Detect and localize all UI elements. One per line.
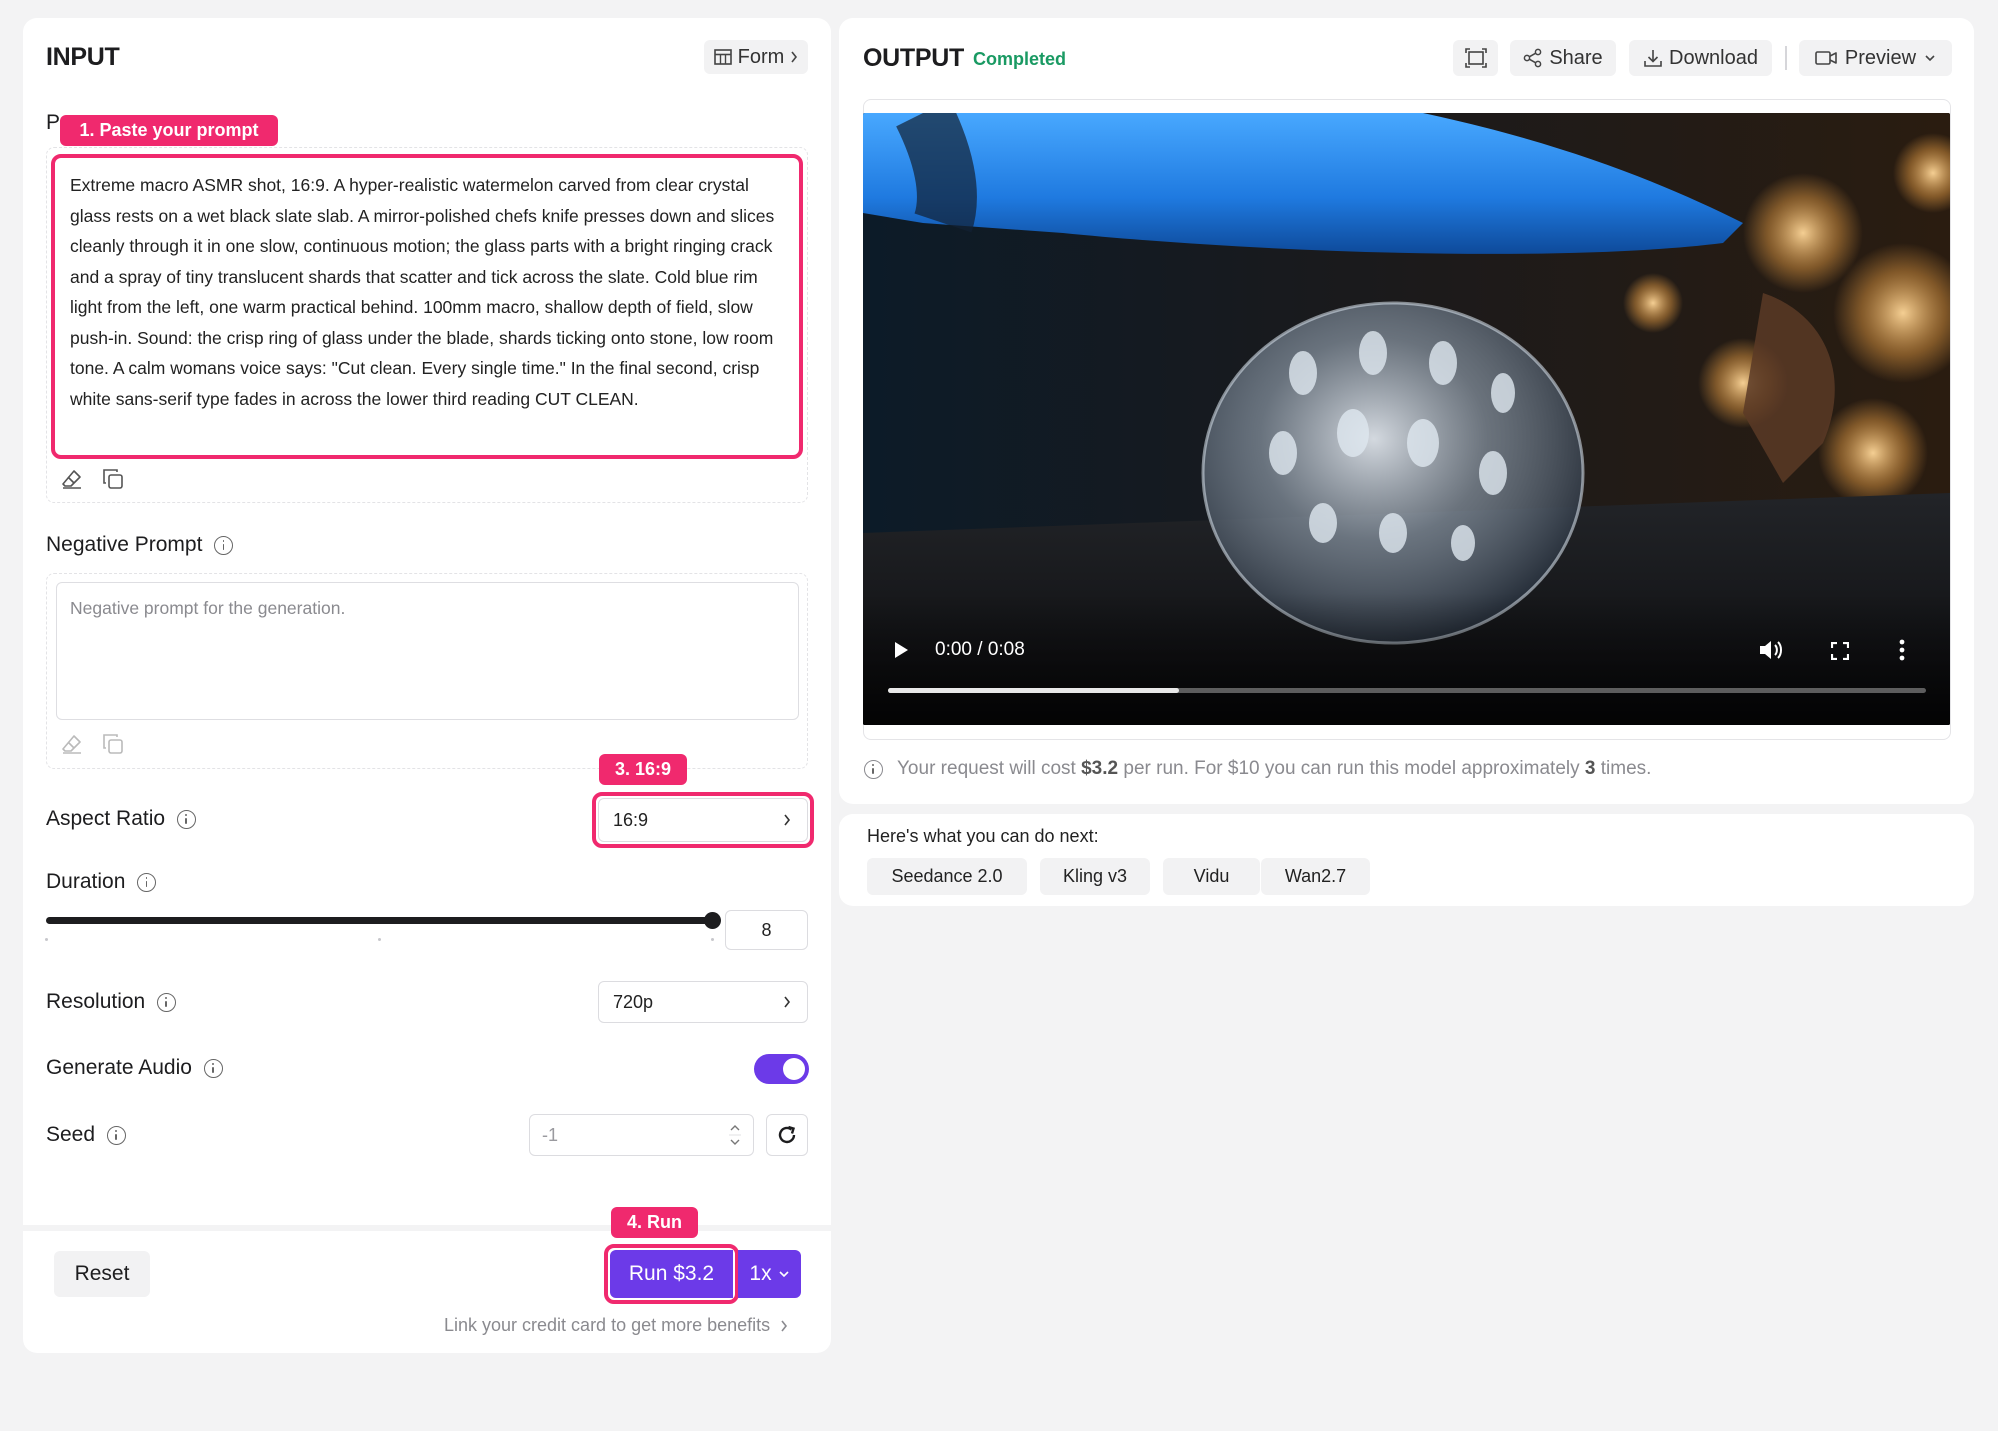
share-icon [1523, 48, 1543, 68]
next-steps-heading: Here's what you can do next: [867, 826, 1099, 846]
expand-frame-icon [1464, 48, 1487, 68]
video-timestamp: 0:00 / 0:08 [935, 639, 1025, 660]
toolbar-divider [1785, 46, 1787, 70]
model-chip-wan[interactable]: Wan2.7 [1261, 858, 1370, 895]
cost-middle: per run. For $10 you can run this model … [1118, 758, 1585, 779]
info-icon[interactable] [107, 1125, 127, 1145]
video-still [863, 113, 1950, 725]
aspect-ratio-label: Aspect Ratio [46, 807, 197, 831]
credit-card-link[interactable]: Link your credit card to get more benefi… [444, 1315, 788, 1336]
preview-select[interactable]: Preview [1799, 40, 1952, 76]
cost-prefix: Your request will cost [897, 758, 1082, 779]
form-view-label: Form [737, 45, 785, 68]
info-icon[interactable] [177, 809, 197, 829]
resolution-select[interactable]: 720p [598, 981, 808, 1023]
seed-input[interactable]: -1 [529, 1114, 754, 1156]
share-label: Share [1549, 46, 1603, 69]
run-button[interactable]: Run $3.2 [610, 1250, 733, 1298]
resolution-label: Resolution [46, 990, 177, 1014]
input-title: INPUT [46, 43, 120, 71]
chevron-right-icon [783, 813, 791, 827]
chevron-right-icon [783, 995, 791, 1009]
callout-run: 4. Run [611, 1207, 698, 1238]
info-icon[interactable] [157, 992, 177, 1012]
copy-icon[interactable] [101, 467, 125, 491]
negative-prompt-textarea[interactable]: Negative prompt for the generation. [56, 582, 799, 720]
video-player[interactable]: 0:00 / 0:08 [863, 113, 1950, 725]
callout-paste-prompt: 1. Paste your prompt [60, 115, 278, 146]
chevron-down-icon [778, 1270, 790, 1278]
video-camera-icon [1815, 50, 1837, 66]
randomize-seed-button[interactable] [766, 1114, 808, 1156]
chevron-right-icon [780, 1319, 788, 1333]
seed-placeholder: -1 [542, 1124, 559, 1145]
duration-value: 8 [761, 919, 772, 940]
aspect-ratio-select[interactable]: 16:9 [598, 798, 808, 842]
output-title: OUTPUT [863, 44, 964, 72]
cost-text: Your request will cost $3.2 per run. For… [897, 758, 1651, 780]
preview-label: Preview [1844, 46, 1917, 69]
aspect-ratio-value: 16:9 [613, 809, 649, 830]
prompt-label: P [46, 111, 61, 134]
seed-label: Seed [46, 1123, 127, 1147]
aspect-ratio-label-text: Aspect Ratio [46, 807, 166, 830]
negative-prompt-label-text: Negative Prompt [46, 533, 203, 556]
duration-label-text: Duration [46, 870, 126, 893]
model-chip-vidu[interactable]: Vidu [1163, 858, 1260, 895]
duration-slider-thumb[interactable] [704, 912, 721, 929]
slider-tick [711, 938, 714, 941]
prompt-text[interactable]: Extreme macro ASMR shot, 16:9. A hyper-r… [70, 170, 792, 414]
resolution-label-text: Resolution [46, 990, 146, 1013]
cost-value: $3.2 [1081, 758, 1119, 779]
negative-prompt-placeholder: Negative prompt for the generation. [70, 598, 346, 618]
duration-label: Duration [46, 870, 157, 894]
duration-slider-track[interactable] [46, 917, 713, 924]
negative-prompt-label: Negative Prompt [46, 533, 234, 557]
info-icon[interactable] [137, 872, 157, 892]
credit-card-link-text: Link your credit card to get more benefi… [444, 1315, 771, 1335]
info-icon[interactable] [214, 535, 234, 555]
download-button[interactable]: Download [1629, 40, 1772, 76]
refresh-icon [776, 1124, 798, 1146]
video-progress-fill [888, 688, 1179, 693]
more-options-icon[interactable] [1899, 639, 1905, 661]
cost-times: 3 [1584, 758, 1596, 779]
table-icon [713, 49, 732, 65]
slider-tick [45, 938, 48, 941]
eraser-icon[interactable] [60, 467, 84, 491]
callout-aspect-ratio: 3. 16:9 [599, 754, 687, 785]
multiplier-value: 1x [749, 1262, 772, 1285]
eraser-icon[interactable] [60, 732, 84, 756]
model-chip-kling[interactable]: Kling v3 [1040, 858, 1150, 895]
model-chip-seedance[interactable]: Seedance 2.0 [867, 858, 1027, 895]
stepper-icon[interactable] [729, 1121, 741, 1149]
generate-audio-label: Generate Audio [46, 1056, 223, 1080]
footer-divider [23, 1225, 831, 1231]
status-badge: Completed [973, 49, 1067, 69]
share-button[interactable]: Share [1510, 40, 1616, 76]
cost-info: Your request will cost $3.2 per run. For… [864, 758, 1651, 780]
run-multiplier-select[interactable]: 1x [738, 1250, 801, 1298]
duration-input[interactable]: 8 [725, 910, 808, 950]
chevron-down-icon [1924, 54, 1936, 62]
chevron-right-icon [790, 50, 798, 64]
fullscreen-icon[interactable] [1831, 642, 1849, 660]
resolution-value: 720p [613, 991, 654, 1012]
info-icon[interactable] [203, 1058, 223, 1078]
play-icon[interactable] [893, 641, 909, 659]
cost-suffix: times. [1595, 758, 1652, 779]
copy-icon[interactable] [101, 732, 125, 756]
info-icon [864, 759, 883, 779]
reset-button[interactable]: Reset [54, 1251, 150, 1297]
seed-label-text: Seed [46, 1123, 96, 1146]
video-progress-track[interactable] [888, 688, 1926, 693]
volume-icon[interactable] [1758, 639, 1784, 661]
form-view-button[interactable]: Form [704, 40, 808, 74]
generate-audio-toggle[interactable] [754, 1054, 809, 1084]
slider-tick [378, 938, 381, 941]
download-label: Download [1669, 46, 1758, 69]
generate-audio-label-text: Generate Audio [46, 1056, 192, 1079]
fullscreen-button[interactable] [1453, 40, 1498, 76]
download-icon [1643, 48, 1663, 68]
